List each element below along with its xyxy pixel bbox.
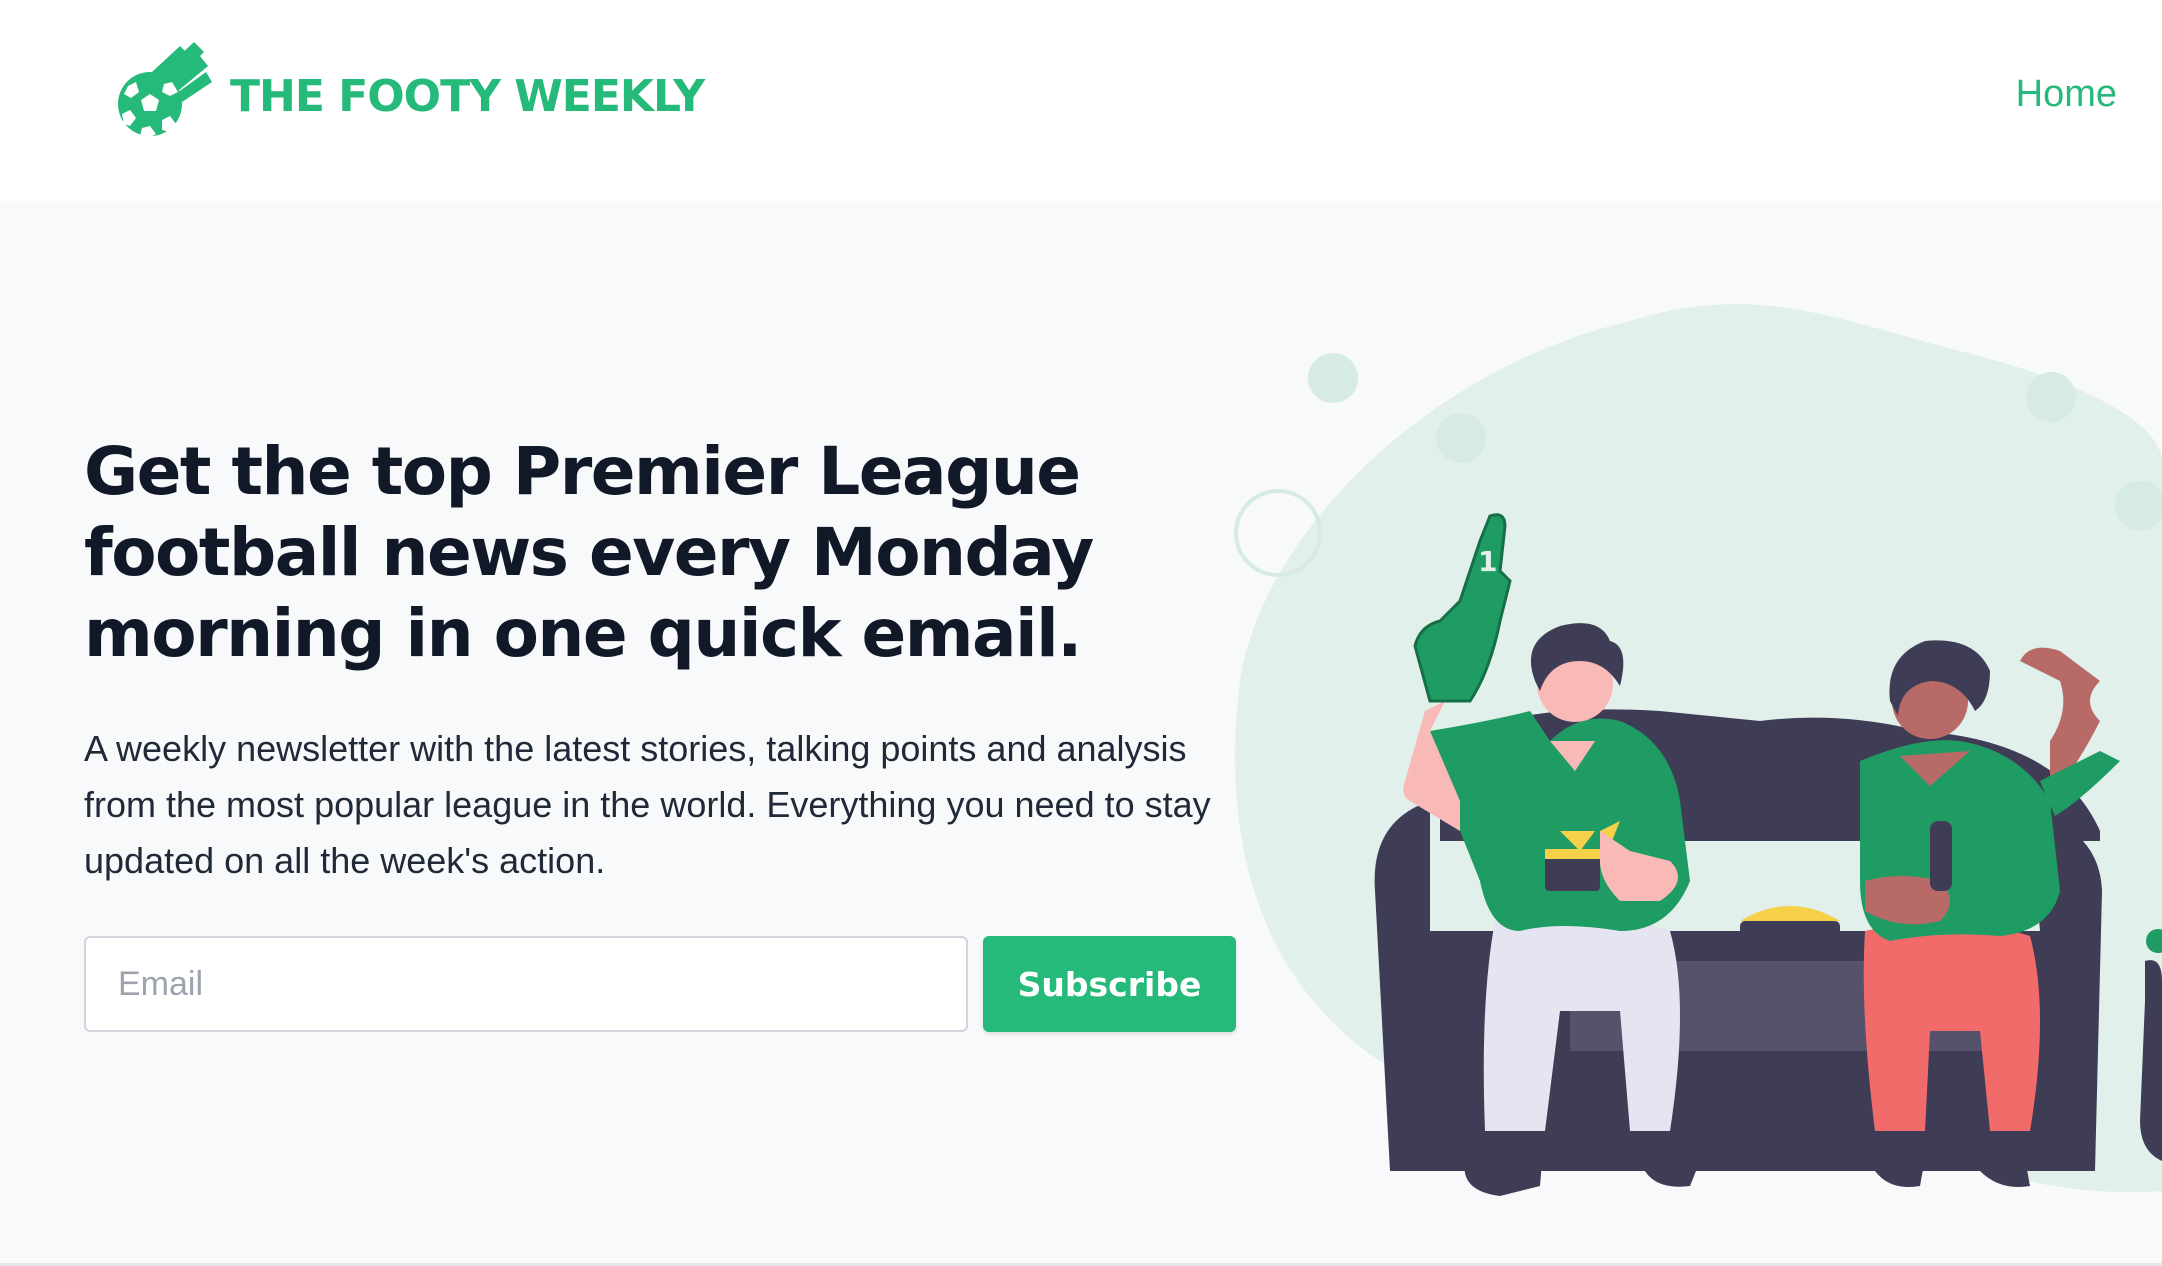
nav-link-home[interactable]: Home bbox=[2016, 73, 2117, 116]
email-input[interactable] bbox=[84, 936, 968, 1032]
bubble bbox=[1436, 413, 1486, 463]
snack-bowl bbox=[1740, 906, 1840, 956]
site-header: THE FOOTY WEEKLY Home bbox=[0, 0, 2162, 201]
bubble bbox=[1308, 353, 1358, 403]
football-fans-illustration: 1 bbox=[1234, 304, 2162, 1196]
brand-name: THE FOOTY WEEKLY bbox=[230, 70, 705, 122]
hero-description: A weekly newsletter with the latest stor… bbox=[84, 728, 1211, 881]
football-logo-icon bbox=[118, 42, 212, 138]
foam-finger-number: 1 bbox=[1478, 545, 1497, 578]
hero-headline: Get the top Premier League football news… bbox=[84, 433, 1094, 672]
bubble bbox=[2026, 372, 2076, 422]
subscribe-button[interactable]: Subscribe bbox=[983, 936, 1236, 1032]
logo[interactable]: THE FOOTY WEEKLY bbox=[112, 38, 705, 142]
hero-section: Get the top Premier League football news… bbox=[0, 201, 2162, 1263]
